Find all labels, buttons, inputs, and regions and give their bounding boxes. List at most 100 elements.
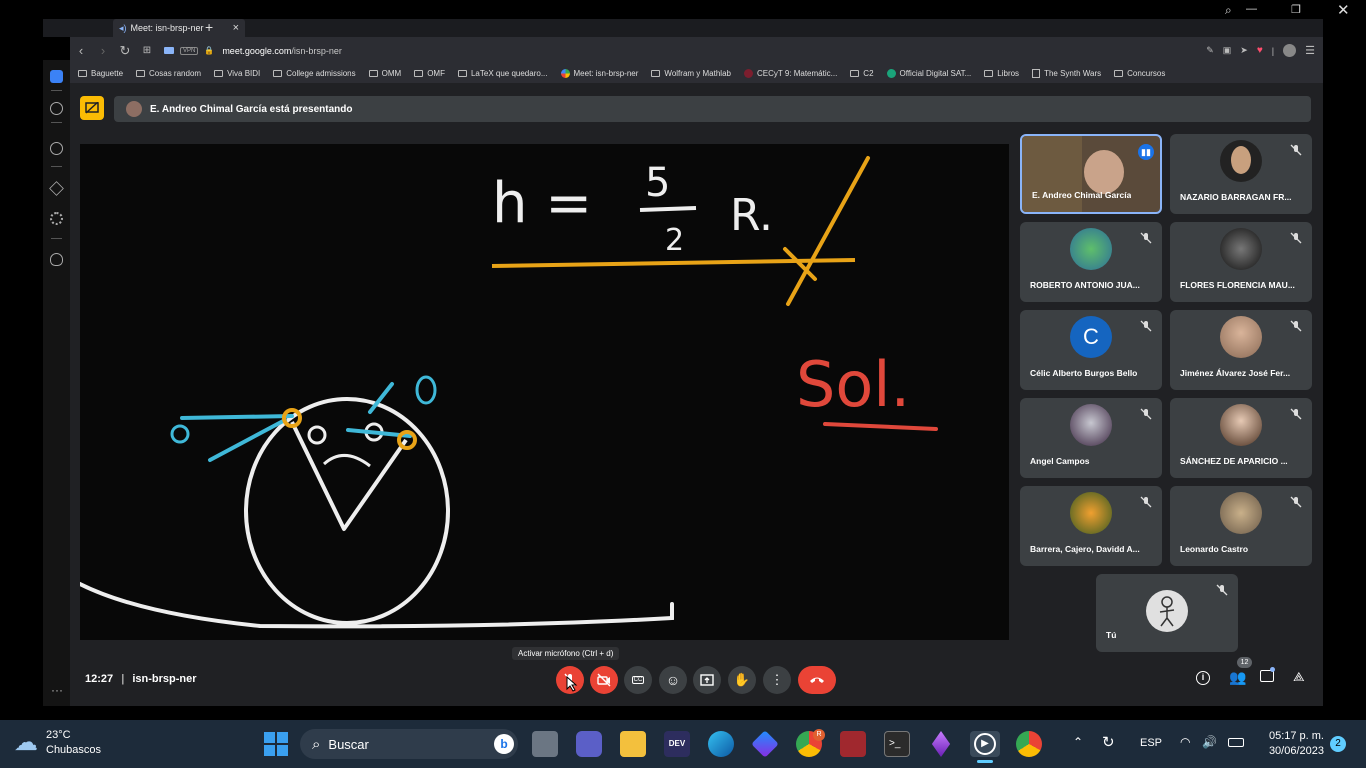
bookmark-item[interactable]: OMM [368, 69, 401, 78]
profile-icon[interactable] [1283, 44, 1297, 57]
send-icon[interactable]: ➤ [1240, 45, 1248, 56]
participant-tile[interactable]: NAZARIO BARRAGAN FR... [1170, 134, 1312, 214]
stop-presenting-button[interactable] [80, 96, 104, 120]
devcpp-icon[interactable]: DEV [664, 731, 690, 757]
workspace-icon[interactable] [50, 70, 63, 83]
url-field[interactable]: meet.google.com/isn-brsp-ner [222, 46, 342, 56]
participant-tile[interactable]: Barrera, Cajero, Davidd A... [1020, 486, 1162, 566]
participant-tile[interactable]: Angel Campos [1020, 398, 1162, 478]
taskbar-clock[interactable]: 05:17 p. m. 30/06/2023 [1269, 729, 1324, 759]
play-icon: ▶ [974, 733, 996, 755]
back-icon[interactable]: ‹ [70, 40, 92, 62]
bookmark-item[interactable]: Cosas random [136, 69, 201, 78]
terminal-icon[interactable]: >_ [884, 731, 910, 757]
raise-hand-button[interactable]: ✋ [728, 666, 756, 694]
participant-tile[interactable]: ROBERTO ANTONIO JUA... [1020, 222, 1162, 302]
bookmark-item[interactable]: OMF [414, 69, 445, 78]
edit-icon[interactable]: ✎ [1206, 45, 1214, 56]
easy-setup-icon[interactable]: ☰ [1305, 44, 1315, 57]
taskbar-search[interactable]: ⌕ Buscar b [300, 729, 518, 759]
bookmark-item[interactable]: C2 [850, 69, 874, 78]
presentation-stage[interactable]: h = 5 2 R. Sol. [80, 144, 1009, 640]
teams-icon[interactable] [576, 731, 602, 757]
task-view-icon[interactable] [532, 731, 558, 757]
minimize-icon[interactable]: — [1246, 3, 1257, 15]
file-explorer-icon[interactable] [620, 731, 646, 757]
search-tabs-icon[interactable]: ⌕ [1225, 3, 1232, 18]
tabs-grid-icon[interactable]: ⊞ [136, 40, 158, 62]
participant-tile[interactable]: SÁNCHEZ DE APARICIO ... [1170, 398, 1312, 478]
aria-icon[interactable] [50, 102, 63, 115]
bookmark-item[interactable]: College admissions [273, 69, 356, 78]
bookmark-item[interactable]: LaTeX que quedaro... [457, 69, 548, 78]
camera-toggle-button[interactable] [590, 666, 618, 694]
tab-meet[interactable]: ◂) Meet: isn-brsp-ner × [113, 19, 245, 37]
more-dots-icon[interactable]: ··· [51, 684, 63, 696]
more-options-button[interactable]: ⋮ [763, 666, 791, 694]
captions-button[interactable]: CC [624, 666, 652, 694]
battery-icon[interactable] [1228, 738, 1244, 747]
settings-gear-icon[interactable] [50, 212, 63, 225]
volume-icon[interactable]: 🔊 [1202, 735, 1217, 749]
fraction-denominator: 2 [665, 223, 684, 258]
reload-icon[interactable]: ↻ [114, 40, 136, 62]
participant-tile[interactable]: FLORES FLORENCIA MAU... [1170, 222, 1312, 302]
restore-icon[interactable]: ❐ [1291, 3, 1301, 16]
bookmark-item[interactable]: Official Digital SAT... [886, 69, 971, 78]
bing-icon[interactable]: b [494, 734, 514, 754]
bookmark-item[interactable]: Wolfram y Mathlab [651, 69, 731, 78]
heart-icon[interactable]: ♥ [1257, 45, 1263, 56]
new-tab-icon[interactable]: + [205, 19, 213, 35]
reactions-button[interactable]: ☺ [659, 666, 687, 694]
bookmark-item[interactable]: Viva BIDI [214, 69, 260, 78]
chat-unread-dot [1270, 667, 1275, 672]
winrar-icon[interactable] [840, 731, 866, 757]
bookmark-item[interactable]: Libros [984, 69, 1019, 78]
vpn-badge[interactable]: VPN [180, 46, 199, 55]
presenter-face [1084, 150, 1124, 194]
participant-tile[interactable]: C Célic Alberto Burgos Bello [1020, 310, 1162, 390]
present-button[interactable] [693, 666, 721, 694]
folder-icon [273, 70, 283, 77]
bookmark-item[interactable]: Meet: isn-brsp-ner [560, 69, 638, 78]
theta-mark [307, 425, 327, 445]
participant-tile[interactable]: Leonardo Castro [1170, 486, 1312, 566]
bookmark-item[interactable]: The Synth Wars [1032, 69, 1101, 78]
notification-badge[interactable]: 2 [1330, 736, 1346, 752]
self-tile[interactable]: Tú [1096, 574, 1238, 652]
media-player-button[interactable]: ▶ [970, 731, 1000, 757]
weather-widget[interactable]: ☁ 23°C Chubascos [14, 728, 101, 758]
snapshot-icon[interactable]: ▣ [1223, 45, 1232, 56]
extensions-cube-icon[interactable] [49, 181, 64, 196]
edge-icon[interactable] [708, 731, 734, 757]
participant-name: SÁNCHEZ DE APARICIO ... [1180, 456, 1288, 466]
lock-icon[interactable]: 🔒 [204, 46, 214, 55]
folder-icon [368, 70, 378, 77]
chrome-profile-2-icon[interactable] [1016, 731, 1042, 757]
close-window-icon[interactable]: ✕ [1337, 1, 1350, 19]
leave-call-button[interactable] [798, 666, 836, 694]
start-button[interactable] [264, 732, 288, 756]
speaker-icon: ◂) [119, 22, 127, 33]
forward-icon[interactable]: › [92, 40, 114, 62]
activities-icon[interactable]: ⟁ [1293, 669, 1305, 685]
sync-icon[interactable]: ↻ [1102, 733, 1115, 751]
bookmark-item[interactable]: CECyT 9: Matemátic... [743, 69, 837, 78]
player-icon[interactable] [50, 142, 63, 155]
language-indicator[interactable]: ESP [1140, 737, 1162, 749]
participant-tile[interactable]: ▮▮ E. Andreo Chimal García [1020, 134, 1162, 214]
folder-icon [136, 70, 146, 77]
bookmark-item[interactable]: Baguette [78, 69, 123, 78]
participant-name: Angel Campos [1030, 456, 1090, 466]
tab-close-icon[interactable]: × [233, 22, 239, 34]
participant-tile[interactable]: Jiménez Álvarez José Fer... [1170, 310, 1312, 390]
wifi-icon[interactable]: ◠ [1180, 735, 1190, 749]
bookmark-item[interactable]: Concursos [1114, 69, 1165, 78]
mic-off-icon [1290, 496, 1302, 508]
show-hidden-icons-icon[interactable]: ⌃ [1073, 735, 1083, 749]
people-icon[interactable]: 👥 [1229, 669, 1246, 686]
lightbulb-icon[interactable] [50, 253, 63, 266]
fraction-bar [639, 206, 697, 212]
meeting-details-icon[interactable]: i [1196, 671, 1210, 685]
avatar-initial: C [1070, 316, 1112, 358]
